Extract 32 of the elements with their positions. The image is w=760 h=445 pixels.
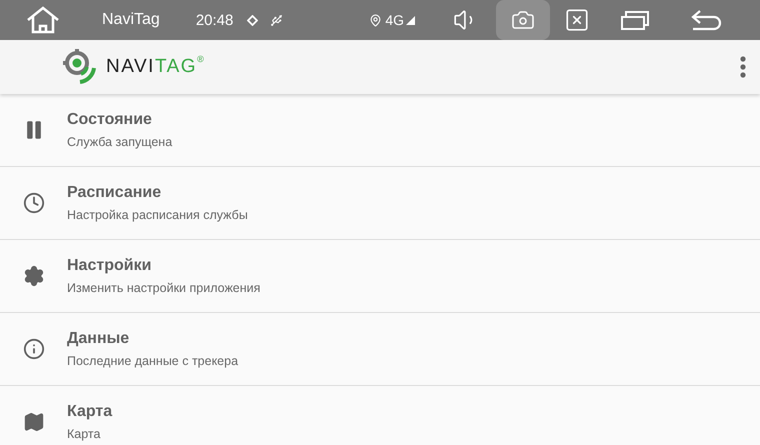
home-icon [26,6,60,34]
network-type: 4G [385,12,404,28]
item-subtitle: Настройка расписания службы [67,208,248,222]
logo-text: NAVITAG® [106,56,206,78]
item-title: Расписание [67,184,162,202]
signal-icon [405,14,418,26]
item-subtitle: Последние данные с трекера [67,354,238,368]
menu-item[interactable]: Карта Карта [0,386,760,445]
item-title: Карта [67,403,112,421]
menu-item[interactable]: Данные Последние данные с трекера [0,313,760,386]
usb-icon [270,14,284,26]
menu-item[interactable]: Состояние Служба запущена [0,94,760,167]
menu-item[interactable]: Расписание Настройка расписания службы [0,167,760,240]
clock-time: 20:48 [196,12,234,28]
item-title: Настройки [67,257,152,275]
screenshot-button[interactable] [496,0,550,40]
more-icon [740,56,746,78]
settings-icon [22,265,44,287]
recent-apps-icon [620,9,650,31]
item-subtitle: Изменить настройки приложения [67,281,260,295]
app-name: NaviTag [102,11,160,29]
map-icon [22,411,44,433]
info-icon [22,338,44,360]
close-icon [564,7,590,33]
item-subtitle: Карта [67,427,102,441]
menu-item[interactable]: Настройки Изменить настройки приложения [0,240,760,313]
item-title: Данные [67,330,130,348]
location-icon [369,14,382,26]
menu-button[interactable] [740,56,746,78]
item-title: Состояние [67,111,153,129]
item-subtitle: Служба запущена [67,135,172,149]
clock-icon [22,192,44,214]
